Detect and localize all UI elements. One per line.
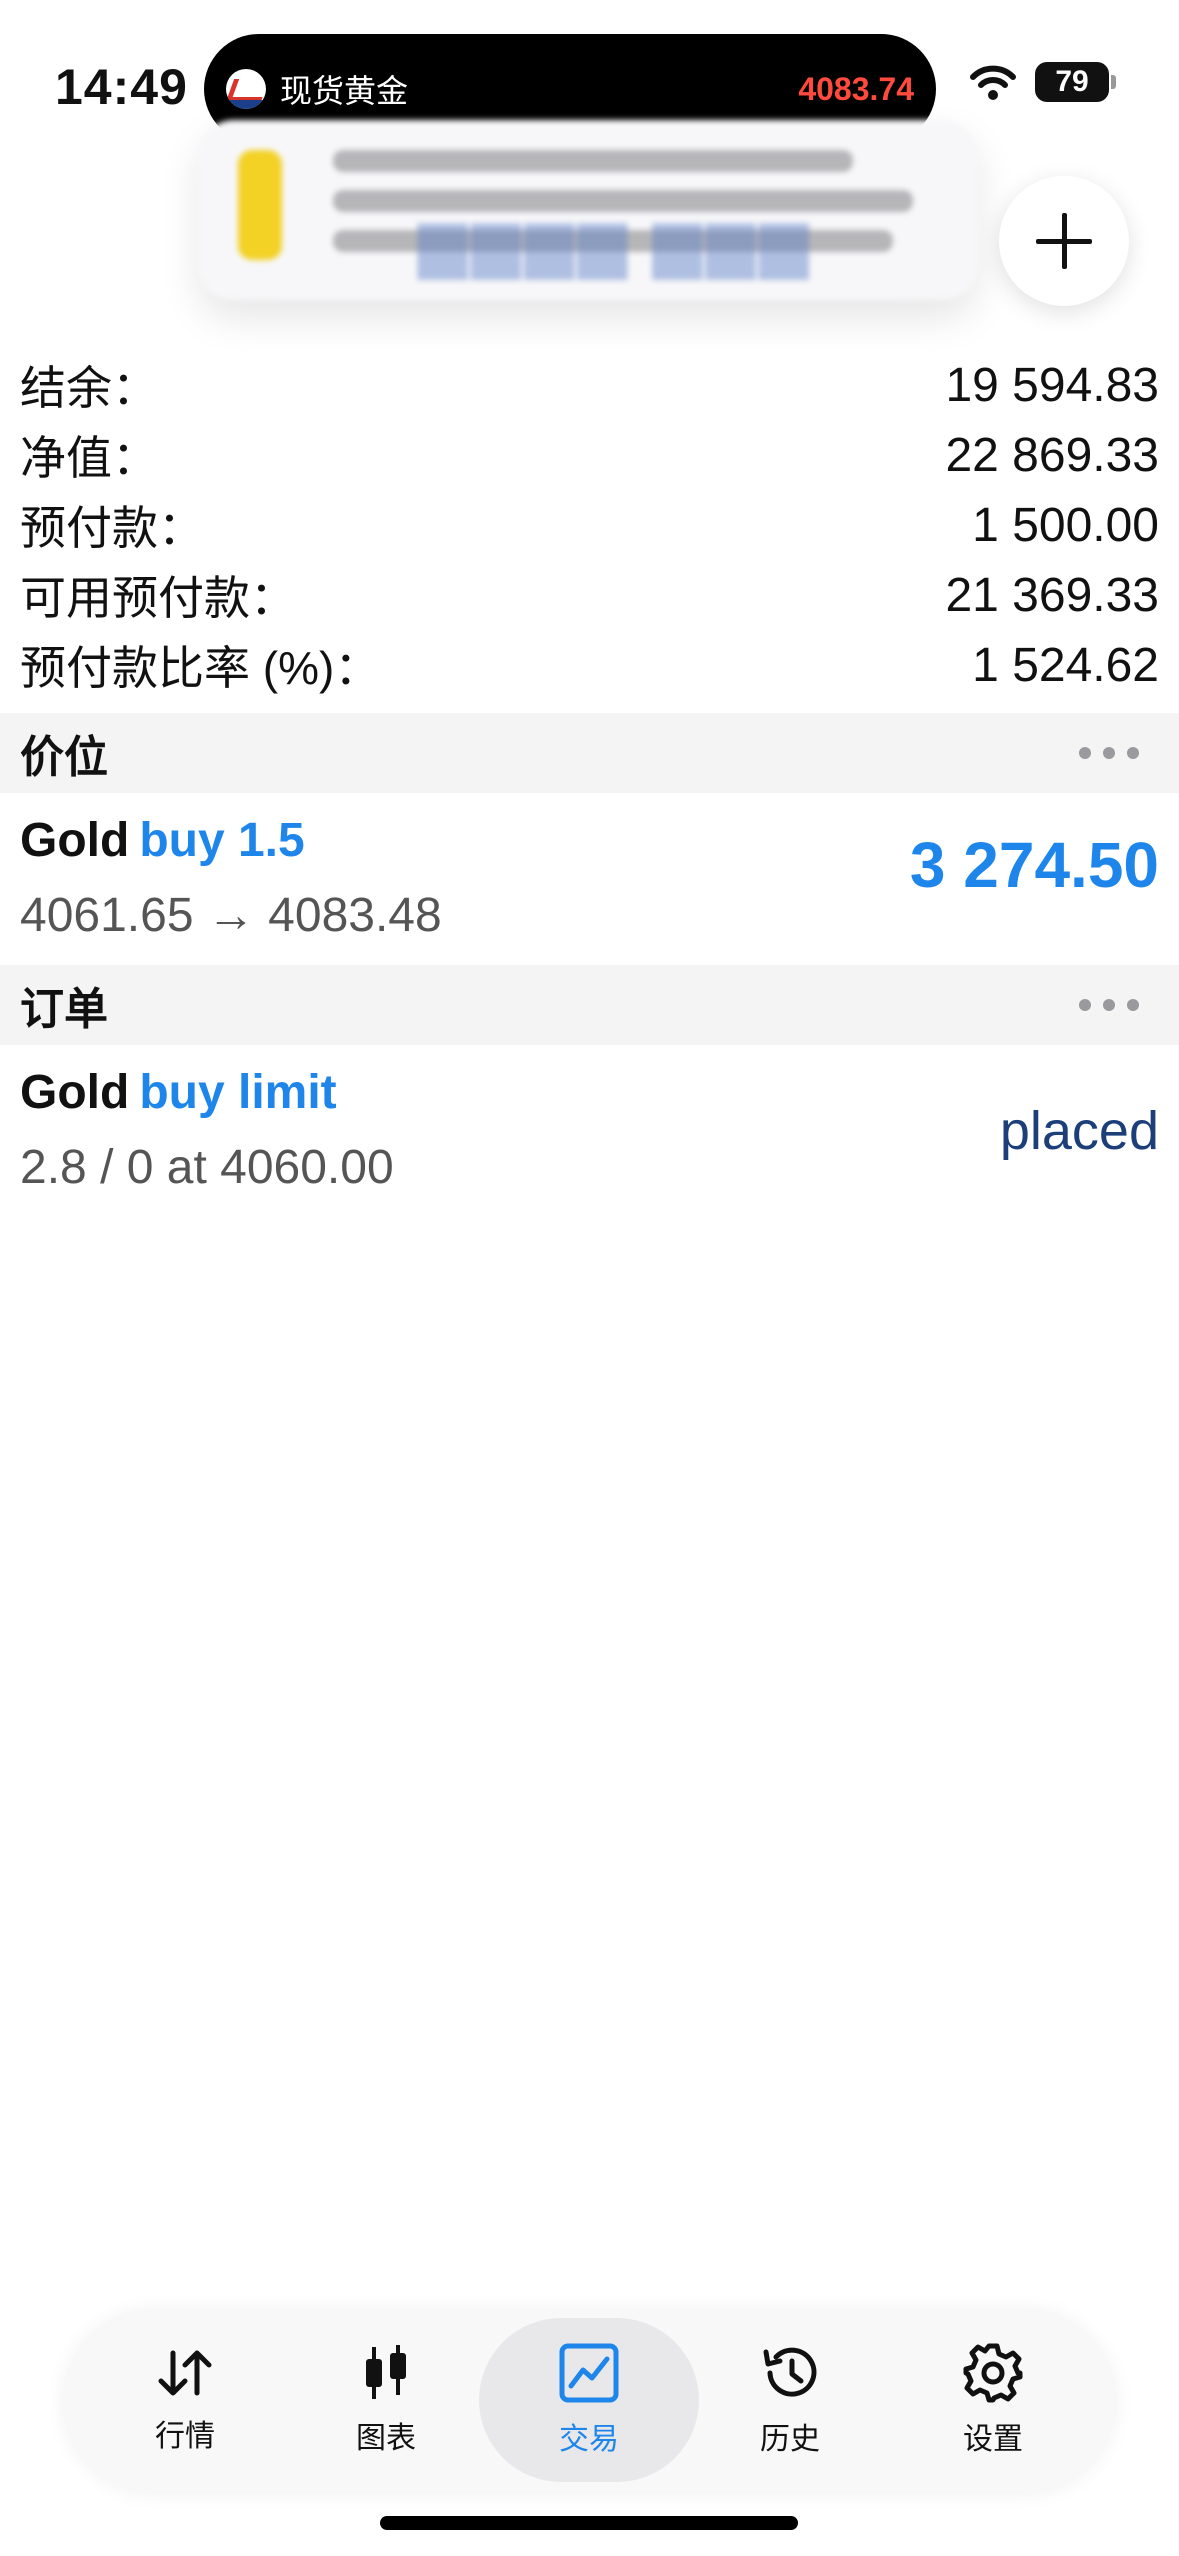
status-indicators: 79 [969, 62, 1116, 102]
tab-label: 设置 [963, 2423, 1023, 2456]
summary-label: 预付款比率 (%)： [20, 642, 381, 694]
island-price: 4083.74 [798, 70, 914, 107]
position-side: buy 1.5 [139, 814, 305, 867]
summary-row-margin-level: 预付款比率 (%)： 1 524.62 [0, 630, 1179, 700]
tab-label: 交易 [559, 2423, 619, 2456]
summary-value: 22 869.33 [945, 428, 1159, 482]
position-profit: 3 274.50 [909, 829, 1159, 901]
more-options-icon[interactable] [1079, 747, 1139, 759]
more-options-icon[interactable] [1079, 999, 1139, 1011]
plus-icon [1036, 213, 1092, 269]
position-symbol: Gold [20, 814, 130, 867]
arrows-up-down-icon [158, 2350, 212, 2396]
wifi-icon [969, 63, 1017, 101]
order-state: placed [999, 1101, 1159, 1161]
summary-label: 净值： [20, 432, 158, 484]
section-title: 订单 [20, 985, 108, 1034]
account-summary: 结余： 19 594.83 净值： 22 869.33 预付款： 1 500.0… [0, 350, 1179, 700]
position-row[interactable]: Gold buy 1.5 4061.65 → 4083.48 3 274.50 [0, 793, 1179, 963]
bottom-tab-bar: 行情 图表 交易 历史 设置 [63, 2308, 1116, 2492]
tab-quotes[interactable]: 行情 [85, 2318, 285, 2482]
summary-label: 预付款： [20, 502, 204, 554]
notification-text-line [333, 150, 853, 172]
tab-label: 行情 [155, 2420, 215, 2453]
tab-charts[interactable]: 图表 [286, 2318, 486, 2482]
positions-section-header: 价位 [0, 713, 1179, 793]
trade-chart-icon [559, 2343, 619, 2403]
summary-label: 可用预付款： [20, 572, 296, 624]
order-symbol: Gold [20, 1066, 130, 1119]
add-order-button[interactable] [999, 176, 1129, 306]
tab-settings[interactable]: 设置 [893, 2318, 1093, 2482]
summary-row-free-margin: 可用预付款： 21 369.33 [0, 560, 1179, 630]
summary-row-equity: 净值： 22 869.33 [0, 420, 1179, 490]
order-side: buy limit [139, 1066, 337, 1119]
history-icon [763, 2347, 817, 2397]
order-detail: 2.8 / 0 at 4060.00 [20, 1141, 394, 1194]
summary-value: 1 500.00 [972, 498, 1159, 552]
summary-label: 结余： [20, 362, 158, 414]
summary-value: 21 369.33 [945, 568, 1159, 622]
order-row[interactable]: Gold buy limit 2.8 / 0 at 4060.00 placed [0, 1045, 1179, 1215]
status-time: 14:49 [55, 59, 188, 115]
position-title: Gold buy 1.5 [20, 813, 305, 868]
tab-history[interactable]: 历史 [690, 2318, 890, 2482]
tab-label: 图表 [356, 2422, 416, 2455]
order-title: Gold buy limit [20, 1065, 337, 1120]
island-title: 现货黄金 [280, 73, 409, 109]
battery-icon: 79 [1035, 62, 1116, 102]
summary-row-margin: 预付款： 1 500.00 [0, 490, 1179, 560]
orders-section-header: 订单 [0, 965, 1179, 1045]
notification-blurred-amount: ▆▆▆▆ ▆▆▆ [418, 206, 813, 278]
blurred-notification-card: ▆▆▆▆ ▆▆▆ [198, 120, 978, 300]
summary-value: 1 524.62 [972, 638, 1159, 692]
notification-badge-icon [238, 150, 282, 260]
tab-trade[interactable]: 交易 [479, 2318, 699, 2482]
position-prices: 4061.65 → 4083.48 [20, 889, 442, 942]
gear-icon [963, 2343, 1023, 2403]
summary-row-balance: 结余： 19 594.83 [0, 350, 1179, 420]
section-title: 价位 [20, 733, 108, 782]
home-indicator[interactable] [380, 2516, 798, 2530]
gold-app-logo-icon [226, 69, 266, 109]
tab-label: 历史 [760, 2423, 820, 2456]
candlestick-icon [366, 2345, 406, 2399]
summary-value: 19 594.83 [945, 358, 1159, 412]
